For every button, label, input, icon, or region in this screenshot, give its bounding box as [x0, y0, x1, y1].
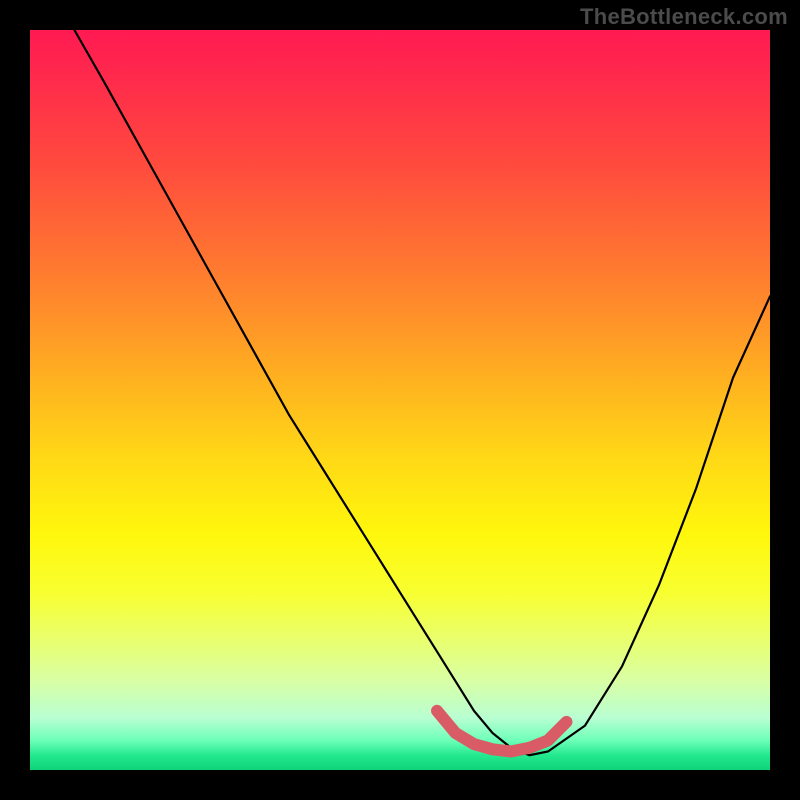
curve-line	[74, 30, 770, 755]
watermark-text: TheBottleneck.com	[580, 4, 788, 30]
chart-svg	[30, 30, 770, 770]
highlight-segment	[437, 711, 567, 752]
chart-frame: TheBottleneck.com	[0, 0, 800, 800]
plot-area	[30, 30, 770, 770]
